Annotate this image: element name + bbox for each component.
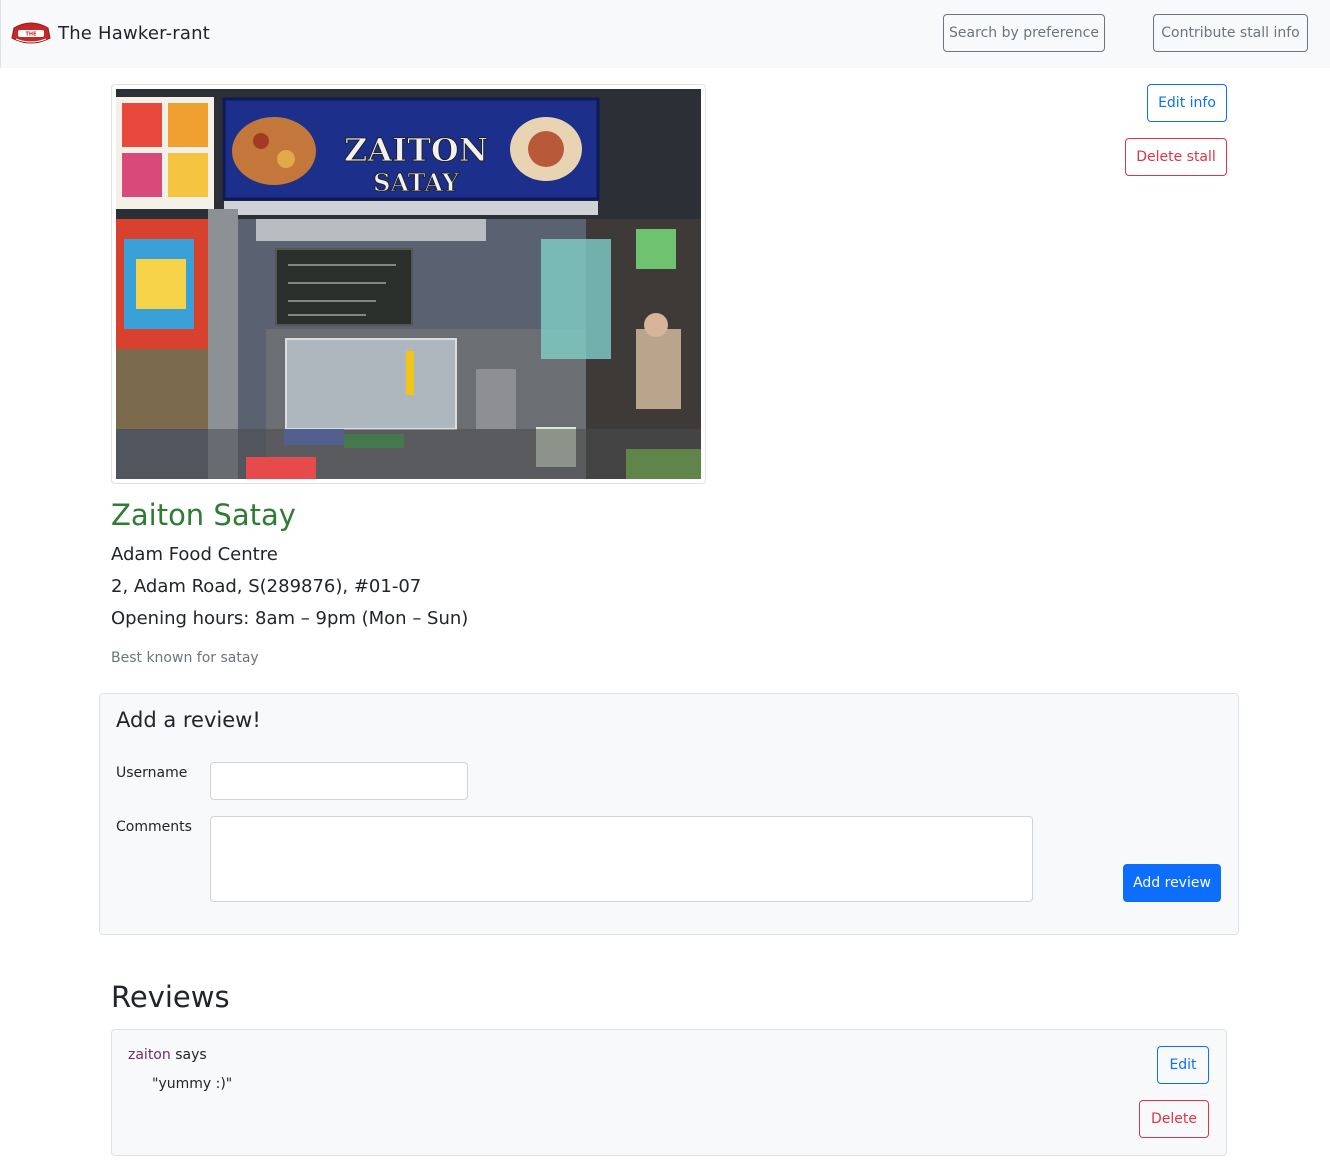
review-text: "yummy :)" [152,1076,233,1092]
stall-note: Best known for satay [111,650,259,666]
search-by-preference-button[interactable]: Search by preference [943,14,1105,52]
stall-food-centre: Adam Food Centre [111,544,278,565]
edit-review-button[interactable]: Edit [1157,1046,1209,1084]
username-input[interactable] [210,762,468,800]
edit-info-button[interactable]: Edit info [1147,84,1227,122]
contribute-stall-info-button[interactable]: Contribute stall info [1153,14,1308,52]
add-review-title: Add a review! [116,708,261,732]
comments-textarea[interactable] [210,816,1033,902]
reviewer-line: zaiton says [128,1047,207,1063]
stall-photo: ZAITON SATAY [116,89,701,479]
reviews-heading: Reviews [111,980,230,1014]
delete-review-button[interactable]: Delete [1139,1100,1209,1138]
brand-text[interactable]: The Hawker-rant [58,23,210,44]
comments-label: Comments [116,819,192,835]
brand[interactable]: THE The Hawker-rant [10,18,210,48]
stall-photo-frame: ZAITON SATAY [111,84,706,484]
hawker-rant-logo-icon: THE [11,22,51,44]
reviewer-username: zaiton [128,1047,171,1063]
svg-text:THE: THE [25,32,37,38]
svg-text:ZAITON: ZAITON [344,131,488,169]
review-item: zaiton says "yummy :)" Edit Delete [111,1029,1227,1156]
stall-name: Zaiton Satay [111,498,296,532]
svg-text:SATAY: SATAY [373,168,460,197]
username-label: Username [116,765,188,781]
stall-opening-hours: Opening hours: 8am – 9pm (Mon – Sun) [111,608,469,629]
add-review-button[interactable]: Add review [1123,864,1221,902]
stall-address: 2, Adam Road, S(289876), #01-07 [111,576,422,597]
add-review-card: Add a review! Username Comments Add revi… [99,693,1239,935]
delete-stall-button[interactable]: Delete stall [1125,138,1227,176]
navbar: THE The Hawker-rant Search by preference… [0,0,1330,68]
reviewer-says: says [175,1047,207,1063]
